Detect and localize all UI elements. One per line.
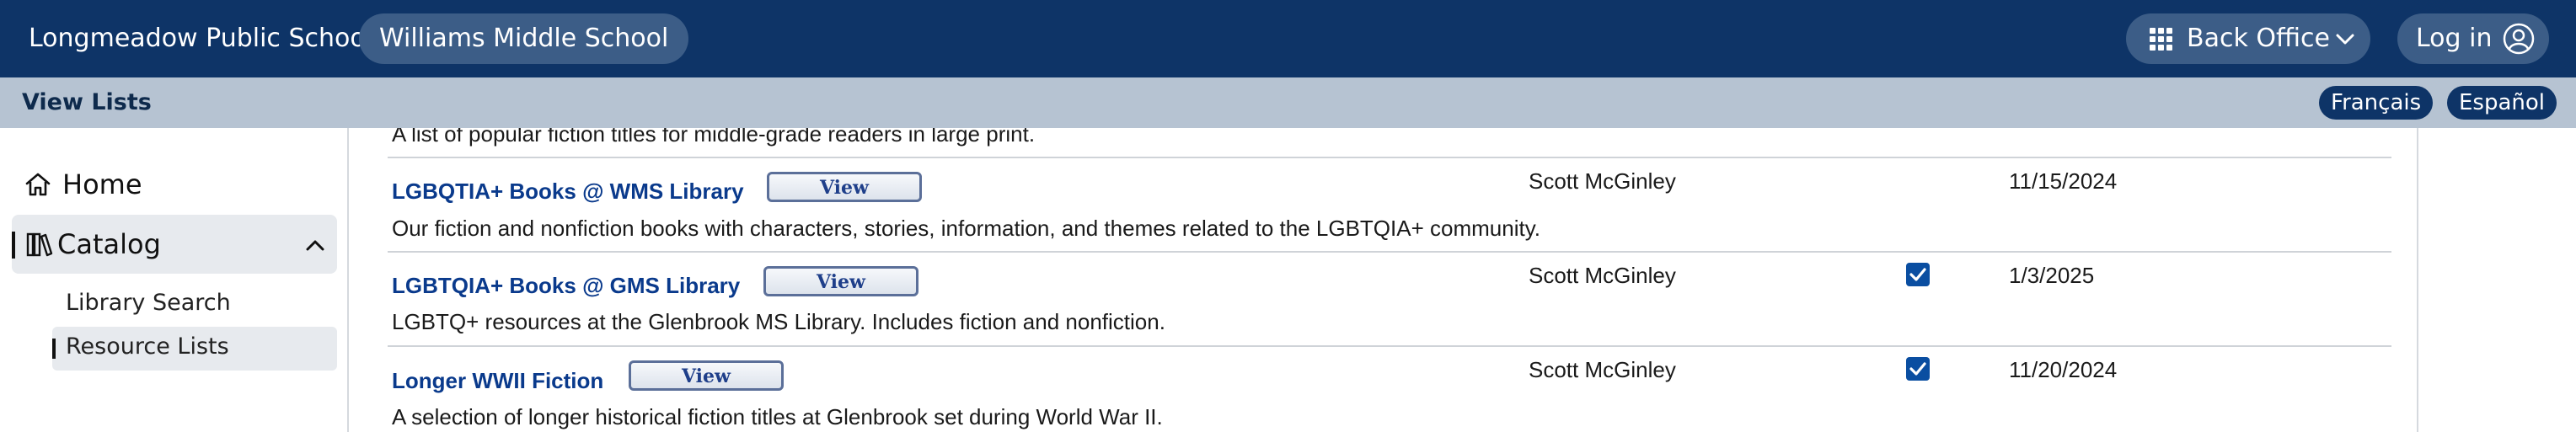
list-owner: Scott McGinley [1529, 263, 1676, 288]
top-bar: Longmeadow Public Schools Williams Middl… [0, 0, 2576, 77]
view-button[interactable]: View [767, 172, 922, 202]
apps-grid-icon [2150, 28, 2173, 51]
sidebar-item-catalog[interactable]: Catalog [12, 215, 337, 274]
list-title-link[interactable]: Longer WWII Fiction [392, 368, 603, 394]
school-selector[interactable]: Williams Middle School [359, 13, 689, 64]
back-office-menu[interactable]: Back Office [2126, 13, 2370, 64]
district-name[interactable]: Longmeadow Public Schools [29, 0, 386, 77]
row-divider [388, 345, 2391, 347]
chevron-up-icon [306, 240, 324, 251]
home-icon [25, 173, 51, 196]
list-date: 11/20/2024 [2009, 357, 2118, 382]
public-checkbox[interactable] [1906, 357, 1930, 381]
list-date: 11/15/2024 [2009, 168, 2118, 194]
list-description: A selection of longer historical fiction… [392, 404, 1163, 429]
list-date: 1/3/2025 [2009, 263, 2095, 288]
user-icon [2503, 23, 2535, 55]
books-icon [26, 232, 53, 257]
chevron-down-icon [2336, 34, 2354, 45]
view-button[interactable]: View [629, 360, 784, 391]
row-divider [388, 157, 2391, 158]
login-button[interactable]: Log in [2397, 13, 2549, 64]
language-spanish-button[interactable]: Español [2447, 86, 2557, 120]
list-owner: Scott McGinley [1529, 168, 1676, 194]
row-divider [388, 251, 2391, 253]
public-checkbox[interactable] [1906, 263, 1930, 286]
sidebar-item-label: Catalog [57, 228, 161, 260]
checkmark-icon [1909, 268, 1926, 281]
active-indicator [12, 232, 15, 259]
list-description: LGBTQ+ resources at the Glenbrook MS Lib… [392, 309, 1165, 334]
list-title-link[interactable]: LGBQTIA+ Books @ WMS Library [392, 179, 744, 205]
list-owner: Scott McGinley [1529, 357, 1676, 382]
login-label: Log in [2416, 24, 2493, 53]
sidebar-item-label: Resource Lists [66, 333, 229, 360]
back-office-label: Back Office [2187, 24, 2330, 53]
sub-header: View Lists Français Español [0, 77, 2576, 128]
sidebar-item-label: Home [62, 168, 142, 200]
sidebar-item-library-search[interactable]: Library Search [66, 290, 231, 316]
view-button[interactable]: View [763, 266, 918, 296]
list-description: A list of popular fiction titles for mid… [392, 128, 1036, 147]
list-description: Our fiction and nonfiction books with ch… [392, 216, 1540, 241]
active-indicator [52, 339, 56, 359]
list-title-link[interactable]: LGBTQIA+ Books @ GMS Library [392, 273, 740, 299]
language-french-button[interactable]: Français [2319, 86, 2434, 120]
page-title: View Lists [22, 89, 152, 115]
resource-lists-table: A list of popular fiction titles for mid… [349, 128, 2417, 432]
sidebar: Home Catalog Library Search Resource Lis… [0, 128, 349, 432]
checkmark-icon [1909, 362, 1926, 376]
content-border [2417, 128, 2418, 432]
